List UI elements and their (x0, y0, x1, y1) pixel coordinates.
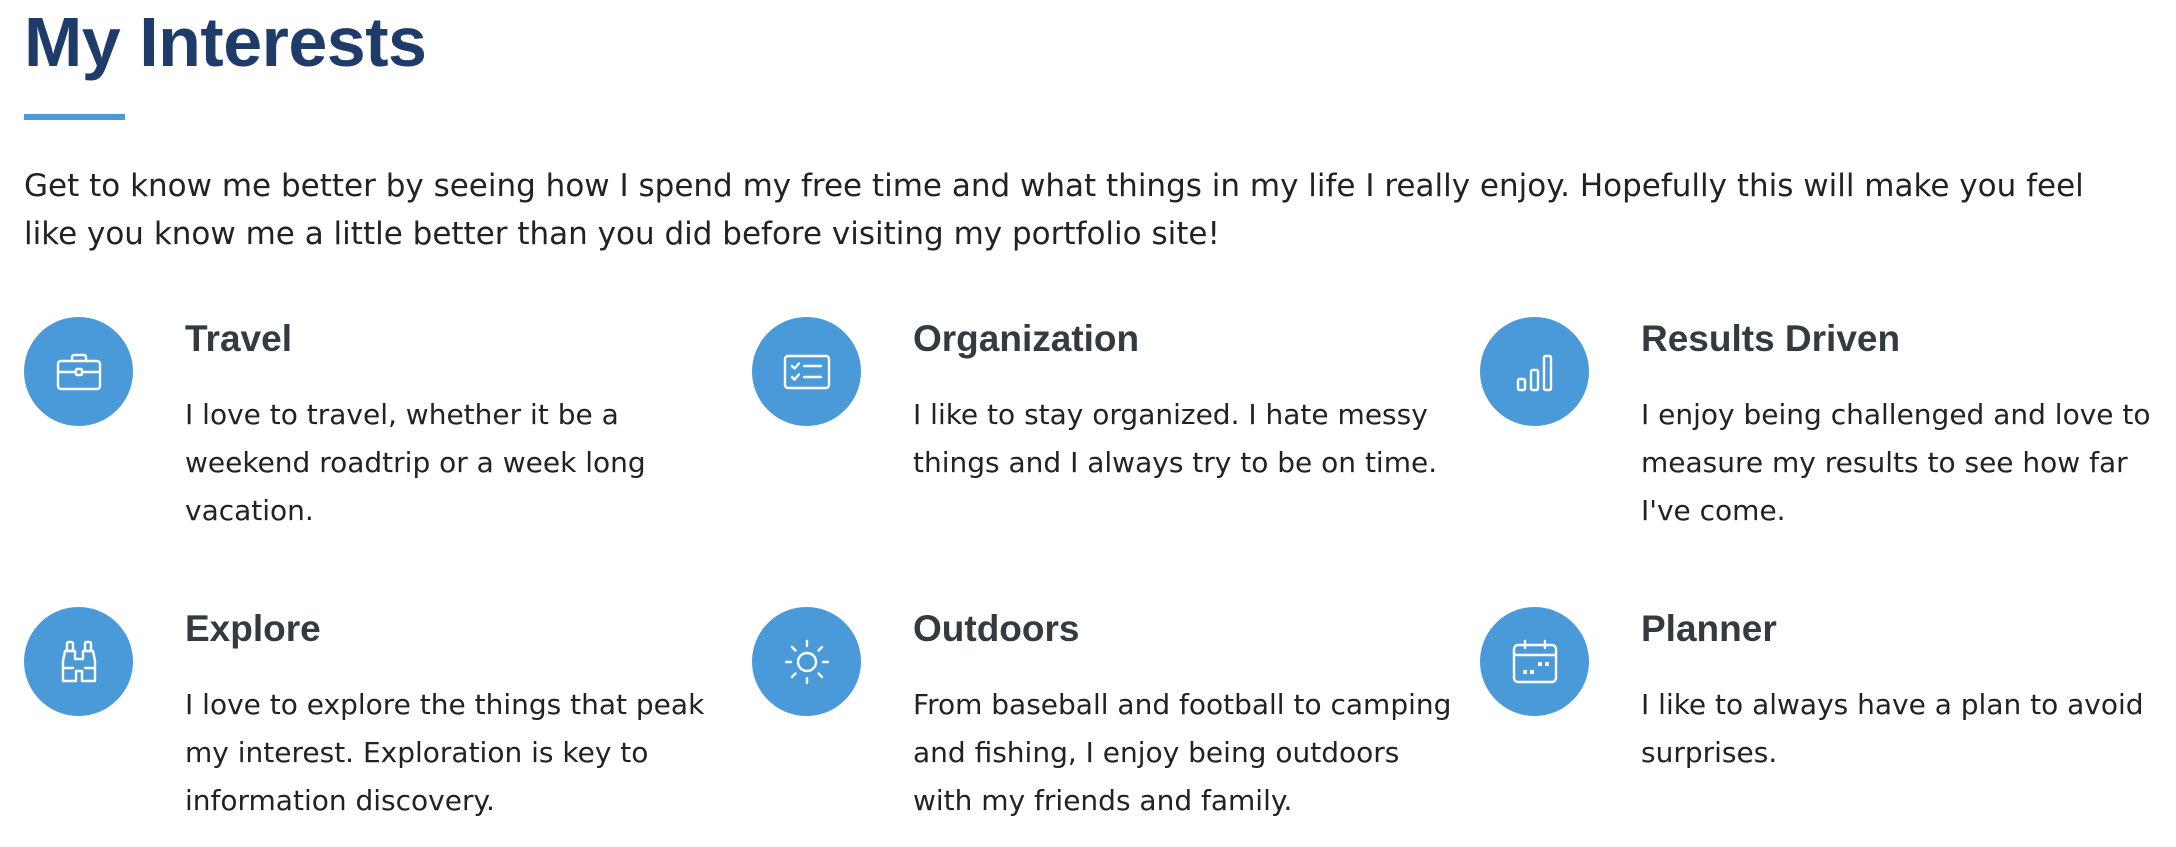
interest-title: Results Driven (1641, 318, 1901, 359)
interest-title: Travel (185, 318, 292, 359)
title-underline (24, 114, 125, 120)
interest-description: I like to always have a plan to avoid su… (1641, 688, 2144, 769)
interest-card-organization: Organization I like to stay organized. I… (752, 317, 1472, 557)
binoculars-icon (61, 640, 96, 682)
sun-icon (784, 639, 829, 684)
checklist-card-icon (783, 354, 830, 389)
interest-description: I love to travel, whether it be a weeken… (185, 398, 646, 527)
briefcase-icon (56, 353, 101, 390)
bar-chart-icon (1516, 354, 1552, 391)
outdoors-icon-circle (752, 607, 861, 716)
interest-description: From baseball and football to camping an… (913, 688, 1452, 817)
intro-paragraph: Get to know me better by seeing how I sp… (24, 168, 2084, 252)
interest-description: I love to explore the things that peak m… (185, 688, 705, 817)
interest-card-outdoors: Outdoors From baseball and football to c… (752, 607, 1472, 847)
interest-card-results-driven: Results Driven I enjoy being challenged … (1480, 317, 2176, 557)
calendar-icon (1512, 639, 1557, 683)
interest-card-travel: Travel I love to travel, whether it be a… (24, 317, 744, 557)
interest-title: Planner (1641, 608, 1777, 649)
travel-icon-circle (24, 317, 133, 426)
planner-icon-circle (1480, 607, 1589, 716)
interest-card-planner: Planner I like to always have a plan to … (1480, 607, 2176, 847)
results-driven-icon-circle (1480, 317, 1589, 426)
organization-icon-circle (752, 317, 861, 426)
interest-title: Organization (913, 318, 1140, 359)
explore-icon-circle (24, 607, 133, 716)
interest-description: I like to stay organized. I hate messy t… (913, 398, 1438, 479)
interest-title: Outdoors (913, 608, 1080, 649)
interest-title: Explore (185, 608, 321, 649)
interest-description: I enjoy being challenged and love to mea… (1641, 398, 2151, 527)
page-title: My Interests (24, 3, 427, 81)
interest-card-explore: Explore I love to explore the things tha… (24, 607, 744, 847)
